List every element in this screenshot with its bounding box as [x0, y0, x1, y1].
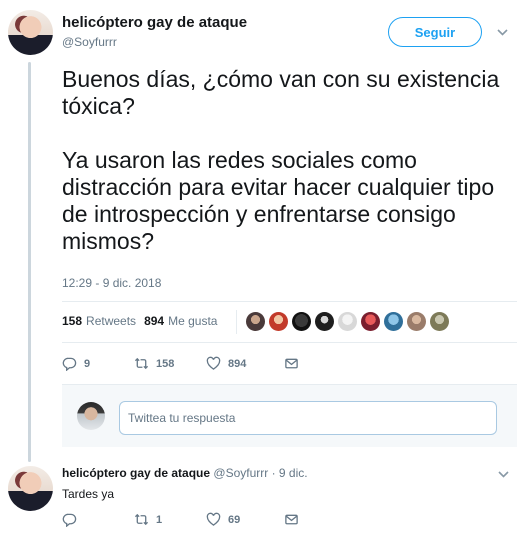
tweet-stats: 158 Retweets 894 Me gusta — [62, 314, 225, 328]
reply-icon — [62, 513, 77, 527]
divider — [62, 342, 517, 343]
liker-avatar[interactable] — [384, 312, 403, 331]
chevron-down-icon[interactable] — [497, 25, 508, 39]
tweet-actions: 9 158 894 — [62, 356, 306, 371]
liker-avatar[interactable] — [315, 312, 334, 331]
likes-count: 894 — [144, 314, 165, 328]
tweet-paragraph: Buenos días, ¿cómo van con su existencia… — [62, 66, 500, 119]
retweet-icon — [134, 357, 149, 370]
liker-avatar[interactable] — [430, 312, 449, 331]
like-icon — [206, 356, 221, 370]
author-name[interactable]: helicóptero gay de ataque — [62, 14, 247, 31]
reply-actions: 1 69 — [62, 512, 306, 527]
retweets-label: Retweets — [86, 314, 137, 328]
reply-button[interactable]: 9 — [62, 356, 134, 371]
message-button[interactable] — [284, 512, 306, 527]
reply-date[interactable]: 9 dic. — [279, 466, 308, 480]
retweets-stat[interactable]: 158 Retweets — [62, 314, 136, 328]
follow-button[interactable]: Seguir — [388, 17, 482, 47]
liker-avatar[interactable] — [246, 312, 265, 331]
user-avatar — [77, 402, 105, 430]
likers-avatars — [246, 312, 453, 331]
liker-avatar[interactable] — [269, 312, 288, 331]
like-icon — [206, 512, 221, 526]
retweet-button[interactable]: 158 — [134, 356, 206, 371]
tweet-text: Buenos días, ¿cómo van con su existencia… — [62, 66, 517, 255]
retweet-button[interactable]: 1 — [134, 512, 206, 527]
retweets-count: 158 — [62, 314, 83, 328]
reply-author-name[interactable]: helicóptero gay de ataque — [62, 466, 210, 480]
reply-text: Tardes ya — [62, 487, 115, 501]
message-button[interactable] — [284, 356, 306, 371]
reply-button[interactable] — [62, 512, 134, 527]
like-count: 894 — [228, 357, 247, 370]
message-icon — [285, 514, 298, 525]
thread-line — [28, 62, 31, 462]
reply-author-avatar[interactable] — [8, 466, 53, 511]
like-count: 69 — [228, 513, 241, 526]
like-button[interactable]: 69 — [206, 512, 284, 527]
reply-input[interactable]: Twittea tu respuesta — [119, 401, 497, 435]
divider — [62, 301, 517, 302]
reply-icon — [62, 357, 77, 371]
reply-count: 9 — [84, 357, 91, 370]
tweet-paragraph: Ya usaron las redes sociales como distra… — [62, 147, 495, 254]
divider — [236, 310, 237, 334]
author-handle[interactable]: @Soyfurrr — [62, 35, 117, 49]
tweet-timestamp[interactable]: 12:29 - 9 dic. 2018 — [62, 276, 161, 290]
retweet-count: 158 — [156, 357, 175, 370]
liker-avatar[interactable] — [361, 312, 380, 331]
liker-avatar[interactable] — [338, 312, 357, 331]
reply-header: helicóptero gay de ataque @Soyfurrr · 9 … — [62, 466, 308, 480]
retweet-count: 1 — [156, 513, 163, 526]
retweet-icon — [134, 513, 149, 526]
liker-avatar[interactable] — [407, 312, 426, 331]
chevron-down-icon[interactable] — [498, 467, 509, 481]
liker-avatar[interactable] — [292, 312, 311, 331]
author-avatar[interactable] — [8, 10, 53, 55]
like-button[interactable]: 894 — [206, 356, 284, 371]
reply-author-handle[interactable]: @Soyfurrr — [213, 466, 268, 480]
likes-label: Me gusta — [168, 314, 218, 328]
likes-stat[interactable]: 894 Me gusta — [144, 314, 217, 328]
reply-separator: · — [268, 466, 279, 480]
message-icon — [285, 358, 298, 369]
